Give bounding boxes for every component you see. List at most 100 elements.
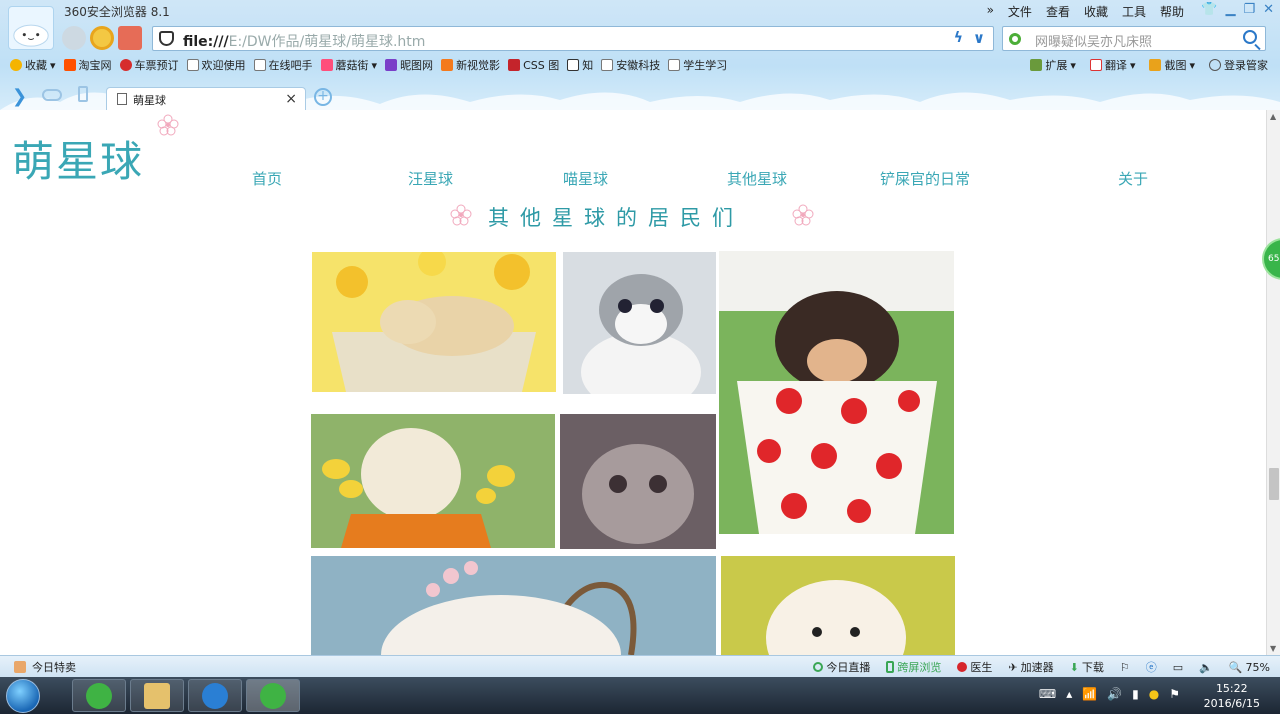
bookmark-mogujie[interactable]: 蘑菇街 ▾	[320, 57, 377, 73]
menu-help[interactable]: 帮助	[1158, 3, 1186, 20]
search-icon[interactable]	[1243, 30, 1257, 44]
accelerator-button[interactable]: ✈ 加速器	[1008, 659, 1053, 675]
taskbar-360-active[interactable]	[246, 679, 300, 712]
photo-puppy-cup[interactable]	[719, 251, 954, 534]
bookmark-favorites[interactable]: 收藏 ▾	[10, 57, 56, 73]
status-tools: 今日直播 跨屏浏览 医生 ✈ 加速器 ⬇ 下载 ⚐ ⓔ ▭ 🔈 🔍 75%	[813, 659, 1270, 675]
restore-icon[interactable]: ❐	[1243, 2, 1255, 17]
menu-favorites[interactable]: 收藏	[1082, 3, 1110, 20]
cloud-sync-icon[interactable]	[42, 89, 62, 101]
ring-icon[interactable]	[90, 26, 114, 50]
volume-icon[interactable]: 🔊	[1107, 687, 1122, 701]
close-window-icon[interactable]: ✕	[1263, 2, 1274, 17]
tray-app-icon[interactable]: ⚑	[1169, 687, 1180, 701]
menu-expand-icon[interactable]: »	[985, 3, 996, 20]
nav-about[interactable]: 关于	[1118, 168, 1148, 189]
download-button[interactable]: ⬇ 下载	[1070, 659, 1104, 675]
search-box[interactable]: 网曝疑似吴亦凡床照	[1002, 26, 1266, 51]
nav-cat-planet[interactable]: 喵星球	[563, 168, 608, 189]
nav-owner-daily[interactable]: 铲屎官的日常	[880, 168, 970, 189]
windows-taskbar: ⌨ ▴ 📶 🔊 ▮ ● ⚑ 15:22 2016/6/15	[0, 677, 1280, 714]
search-input[interactable]: 网曝疑似吴亦凡床照	[1035, 31, 1152, 50]
extension-icon	[1030, 59, 1043, 71]
photo-pomeranian[interactable]	[721, 556, 955, 655]
bookmark-nipic[interactable]: 昵图网	[385, 57, 433, 73]
taskbar-media-player[interactable]	[188, 679, 242, 712]
network-icon[interactable]: 📶	[1082, 687, 1097, 701]
sidebar-toggle-icon[interactable]: ❯	[12, 86, 27, 107]
tab-close-icon[interactable]: ×	[285, 91, 297, 107]
browser-chrome: 360安全浏览器 8.1 » 文件 查看 收藏 工具 帮助 👕 ▁ ❐ ✕ fi…	[0, 0, 1280, 186]
page-icon	[253, 59, 266, 71]
nipic-icon	[385, 59, 398, 71]
key-icon	[1209, 59, 1221, 71]
mobile-icon[interactable]	[78, 86, 88, 102]
speed-mode-icon[interactable]: ϟ	[954, 30, 963, 46]
nav-dog-planet[interactable]: 汪星球	[408, 168, 453, 189]
photo-puppy-basket[interactable]	[312, 252, 556, 392]
bookmark-anhui[interactable]: 安徽科技	[601, 57, 660, 73]
translate-button[interactable]: 翻译 ▾	[1089, 57, 1135, 73]
scroll-down-icon[interactable]: ▼	[1270, 644, 1276, 653]
screenshot-button[interactable]: 截图 ▾	[1149, 57, 1195, 73]
photo-fluffy-basket[interactable]	[311, 556, 716, 655]
cross-screen-button[interactable]: 跨屏浏览	[886, 659, 941, 675]
browser-icon	[86, 683, 112, 709]
bookmark-video[interactable]: 新视觉影	[441, 57, 500, 73]
flower-icon	[157, 114, 179, 136]
login-manager-button[interactable]: 登录管家	[1209, 57, 1268, 73]
taskbar-explorer[interactable]	[130, 679, 184, 712]
tab-active[interactable]: 萌星球 ×	[106, 87, 306, 110]
minimize-icon[interactable]: ▁	[1225, 2, 1235, 17]
shield-icon[interactable]	[159, 31, 174, 46]
bookmarks-bar: 收藏 ▾ 淘宝网 车票预订 欢迎使用 在线吧手 蘑菇街 ▾ 昵图网 新视觉影 C…	[10, 57, 727, 73]
doctor-button[interactable]: 医生	[957, 659, 992, 675]
flag-icon[interactable]: ⚐	[1120, 661, 1130, 674]
bookmark-study[interactable]: 学生学习	[668, 57, 727, 73]
skin-icon[interactable]: 👕	[1201, 2, 1217, 17]
user-avatar[interactable]	[8, 6, 54, 50]
address-bar[interactable]: file:///E:/DW作品/萌星球/萌星球.htm ϟ ∨	[152, 26, 994, 51]
zoom-control[interactable]: 🔍 75%	[1229, 661, 1270, 674]
keyboard-icon[interactable]: ⌨	[1039, 687, 1056, 701]
scroll-up-icon[interactable]: ▲	[1270, 112, 1276, 121]
address-dropdown-icon[interactable]: ∨	[973, 29, 985, 47]
bookmark-welcome[interactable]: 欢迎使用	[186, 57, 246, 73]
translate-icon	[1089, 59, 1102, 71]
site-logo[interactable]: 萌星球	[12, 128, 144, 189]
photo-scottish-fold[interactable]	[560, 414, 716, 549]
start-button[interactable]	[6, 679, 40, 713]
bookmark-tickets[interactable]: 车票预订	[119, 57, 179, 73]
extensions-button[interactable]: 扩展 ▾	[1030, 57, 1076, 73]
photo-kitten-gray[interactable]	[563, 252, 716, 394]
bookmark-online[interactable]: 在线吧手	[253, 57, 313, 73]
menu-tools[interactable]: 工具	[1120, 3, 1148, 20]
video-icon	[441, 59, 454, 71]
bookmark-zhi[interactable]: 知	[567, 57, 593, 73]
address-text[interactable]: file:///E:/DW作品/萌星球/萌星球.htm	[183, 31, 425, 51]
page-scrollbar[interactable]: ▲ ▼	[1266, 110, 1280, 655]
taskbar-360-browser[interactable]	[72, 679, 126, 712]
app-title: 360安全浏览器 8.1	[64, 5, 170, 19]
ie-icon[interactable]: ⓔ	[1146, 659, 1157, 675]
bookmark-taobao[interactable]: 淘宝网	[63, 57, 112, 73]
scroll-thumb[interactable]	[1269, 468, 1279, 500]
cat-icon[interactable]	[62, 26, 86, 50]
nav-other-planets[interactable]: 其他星球	[727, 168, 787, 189]
security-icon[interactable]: ●	[1149, 687, 1159, 701]
home-icon[interactable]	[118, 26, 142, 50]
volume-icon[interactable]: 🔈	[1199, 661, 1213, 674]
daily-deals[interactable]: 今日特卖	[14, 659, 76, 675]
photo-labrador-flowers[interactable]	[311, 414, 555, 548]
taskbar-clock[interactable]: 15:22 2016/6/15	[1204, 681, 1260, 711]
live-button[interactable]: 今日直播	[813, 659, 870, 675]
battery-icon[interactable]: ▮	[1132, 687, 1139, 701]
window-icon[interactable]: ▭	[1173, 661, 1183, 674]
bookmark-css[interactable]: CSS 图	[508, 57, 559, 73]
nav-home[interactable]: 首页	[252, 168, 282, 189]
menu-file[interactable]: 文件	[1006, 3, 1034, 20]
tray-expand-icon[interactable]: ▴	[1066, 687, 1072, 701]
new-tab-icon[interactable]: +	[314, 88, 332, 106]
search-engine-icon[interactable]	[1009, 33, 1021, 45]
menu-view[interactable]: 查看	[1044, 3, 1072, 20]
